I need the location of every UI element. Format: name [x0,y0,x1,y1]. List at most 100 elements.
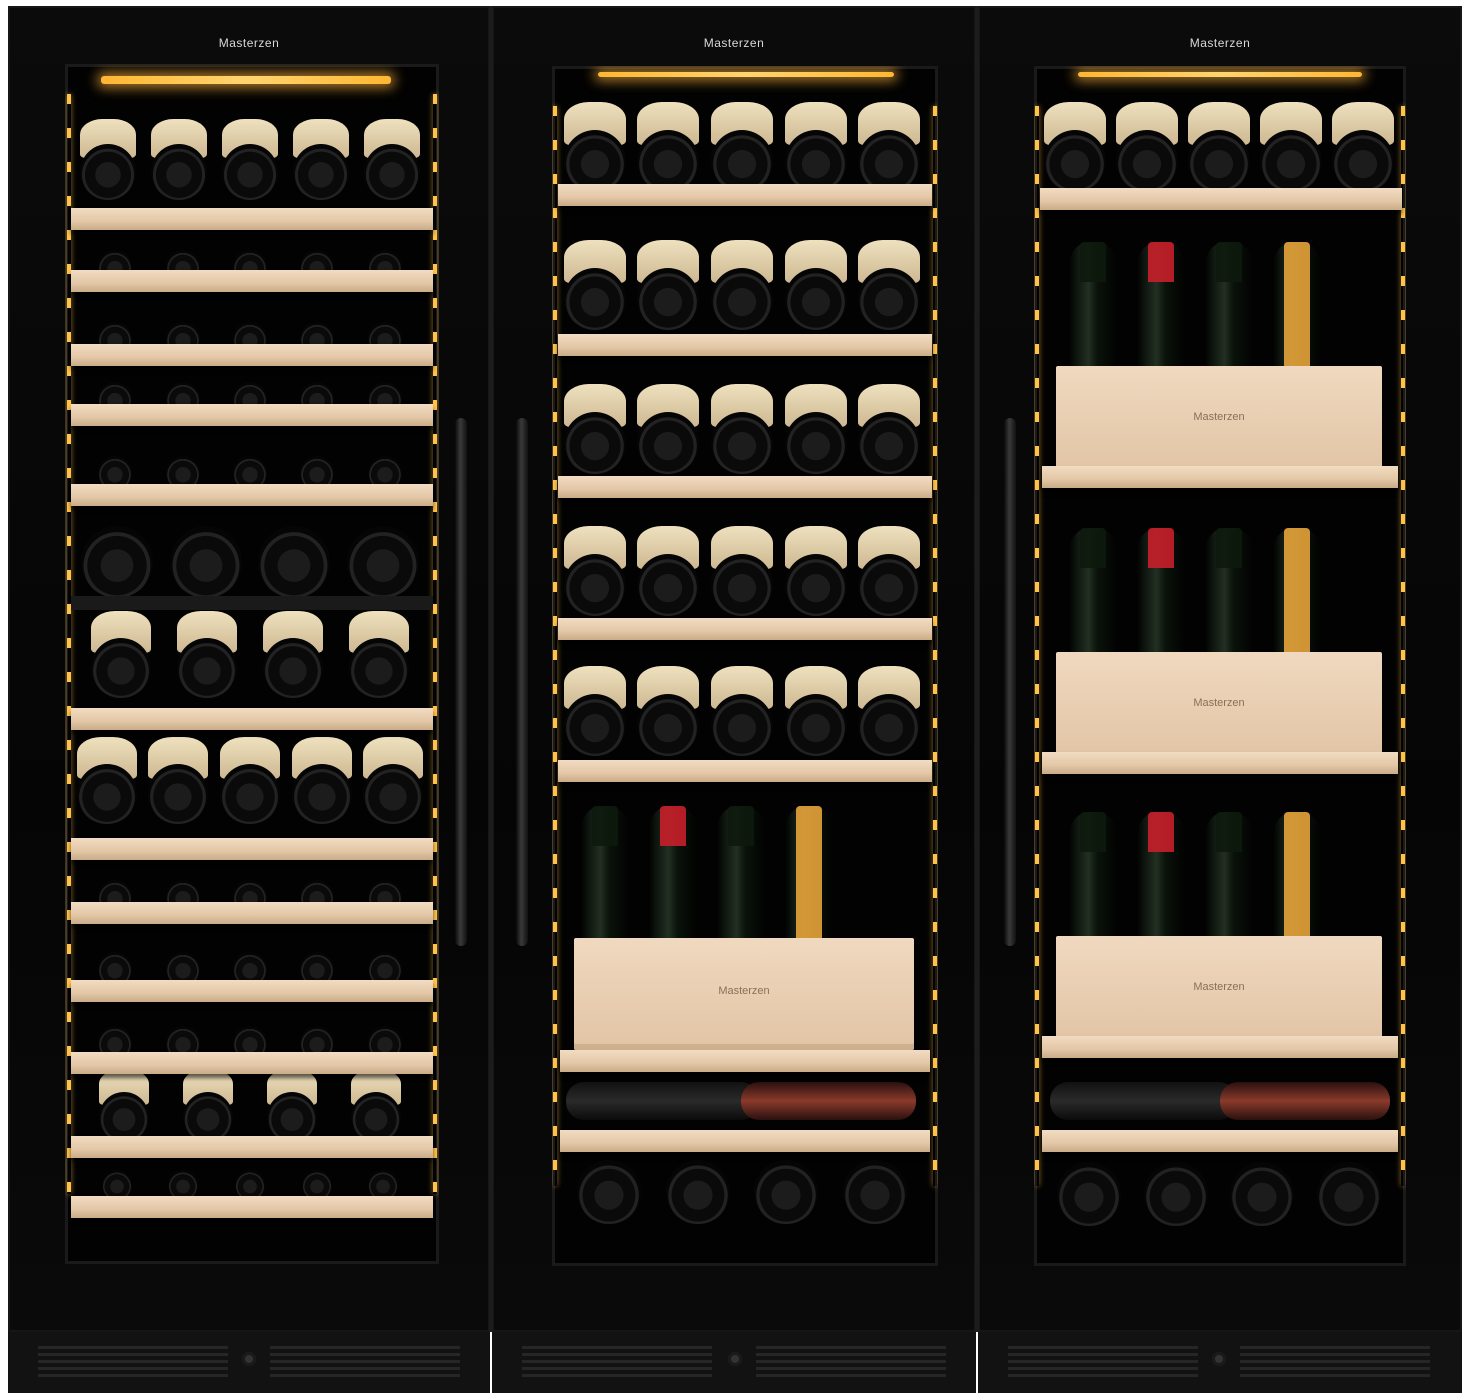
lying-bottle [1220,1082,1390,1120]
wine-bottle [351,1092,401,1142]
wooden-shelf[interactable] [1040,188,1402,210]
wine-bottle [711,694,773,756]
wine-bottle [1116,130,1178,192]
wine-bottle [1188,130,1250,192]
lying-bottle [1050,1082,1237,1120]
wooden-shelf[interactable] [71,208,433,230]
led-light-bar [101,76,391,84]
wooden-shelf[interactable] [71,1196,433,1218]
cabinet-right: Masterzen Masterzen Masterzen Masterzen [978,6,1462,1332]
side-led-strip [433,94,437,1194]
wine-bottle [637,554,700,616]
wooden-shelf[interactable] [71,404,433,426]
wine-bottle [1056,1162,1121,1226]
vent-grille [522,1346,712,1380]
bottle-foil [1080,812,1106,852]
wooden-shelf[interactable] [558,476,932,498]
wooden-shelf[interactable] [71,980,433,1002]
wooden-shelf[interactable] [71,838,433,860]
wine-bottle [1260,130,1322,192]
wooden-shelf[interactable] [71,270,433,292]
wine-bottle [784,554,847,616]
wine-bottle [711,554,773,616]
screw-icon [242,1352,256,1366]
wine-bottle [563,554,626,616]
cabinet-divider [489,6,493,1332]
vent-grille [1240,1346,1430,1380]
wine-bottle [711,268,773,330]
wine-bottle [1317,1162,1382,1226]
wooden-shelf[interactable] [71,344,433,366]
crate-brand-logo: Masterzen [1193,697,1245,710]
wooden-shelf[interactable] [71,484,433,506]
lying-bottle [566,1082,759,1120]
wooden-shelf[interactable] [560,1130,930,1152]
wine-bottle [858,554,921,616]
wine-bottle [637,694,700,756]
wooden-crate[interactable]: Masterzen [574,938,914,1050]
bottle-foil [592,806,618,846]
wine-bottle [81,526,154,598]
wooden-crate[interactable]: Masterzen [1056,936,1382,1044]
wooden-crate[interactable]: Masterzen [1056,366,1382,474]
wine-bottle [754,1160,819,1224]
lying-bottle [741,1082,916,1120]
wine-bottle [665,1160,730,1224]
side-led-strip [1035,106,1039,1186]
bottle-foil [796,806,822,956]
door-handle[interactable] [1004,418,1016,946]
wooden-shelf[interactable] [558,760,932,782]
glass-door-left[interactable] [65,64,439,1264]
wooden-shelf[interactable] [71,1052,433,1074]
wine-bottle [563,412,626,474]
wine-bottle [1230,1162,1295,1226]
wooden-shelf[interactable] [558,334,932,356]
wine-bottle [784,268,847,330]
glass-door-right[interactable]: Masterzen Masterzen Masterzen [1034,66,1406,1266]
bottle-foil [1216,242,1242,282]
door-handle[interactable] [516,418,528,946]
wooden-crate[interactable]: Masterzen [1056,652,1382,760]
cabinet-divider [975,6,979,1332]
wine-bottle [563,268,626,330]
wine-bottle [784,694,847,756]
wooden-shelf[interactable] [558,184,932,206]
vent-grille [1008,1346,1198,1380]
wine-bottle [1044,130,1106,192]
wine-bottle [563,130,626,192]
door-handle[interactable] [455,418,467,946]
glass-door-middle[interactable]: Masterzen [552,66,938,1266]
bottle-foil [1216,812,1242,852]
wooden-shelf[interactable] [558,618,932,640]
wine-bottle [346,526,419,598]
wine-bottle [363,764,424,824]
wooden-shelf[interactable] [1042,1036,1398,1058]
wooden-shelf[interactable] [560,1050,930,1072]
wine-bottle [784,130,847,192]
vent-grille [756,1346,946,1380]
cabinet-left: Masterzen [8,6,490,1332]
bottle-foil [1080,242,1106,282]
wine-bottle [258,526,331,598]
wine-bottle [563,694,626,756]
wine-bottle [291,764,352,824]
wooden-shelf[interactable] [1042,1130,1398,1152]
wine-bottle [784,412,847,474]
wine-bottle [858,412,921,474]
bottle-foil [1080,528,1106,568]
wine-bottle [76,764,137,824]
bottle-foil [1148,242,1174,282]
wooden-shelf[interactable] [71,1136,433,1158]
wooden-shelf[interactable] [1042,752,1398,774]
wine-bottle [576,1160,641,1224]
wine-bottle [263,638,323,698]
led-light-bar [598,72,894,77]
crate-brand-logo: Masterzen [718,985,770,998]
bottle-foil [1148,812,1174,852]
bottle-foil [1216,528,1242,568]
wine-bottle [293,144,349,200]
wooden-shelf[interactable] [1042,466,1398,488]
wine-bottle [1332,130,1394,192]
wooden-shelf[interactable] [71,708,433,730]
wooden-shelf[interactable] [71,902,433,924]
